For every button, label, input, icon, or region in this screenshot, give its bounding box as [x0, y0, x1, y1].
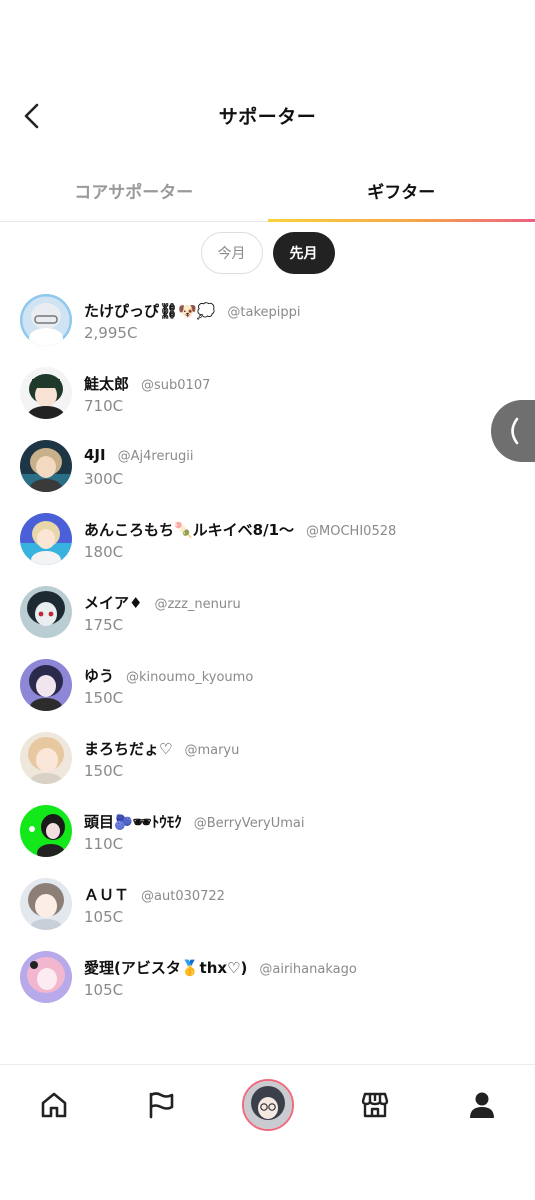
nav-event[interactable] [107, 1065, 214, 1144]
nav-home[interactable] [0, 1065, 107, 1144]
supporter-row[interactable]: あんころもち🍡ルキイベ8/1〜 @MOCHI0528 180C [0, 511, 535, 584]
supporter-list: たけぴっぴ⛓🐶💭 @takepippi 2,995C 鮭太郎 @sub0107 … [0, 292, 535, 1022]
avatar[interactable] [20, 805, 72, 857]
supporter-row[interactable]: ＡＵＴ @aut030722 105C [0, 876, 535, 949]
home-icon [41, 1092, 66, 1117]
supporter-handle: @Aj4rerugii [117, 449, 194, 464]
chevron-left-icon [511, 417, 519, 445]
supporter-handle: @aut030722 [141, 889, 225, 904]
avatar[interactable] [20, 440, 72, 492]
tab-core-supporter[interactable]: コアサポーター [0, 160, 268, 221]
avatar[interactable] [20, 294, 72, 346]
supporter-handle: @MOCHI0528 [306, 524, 397, 539]
supporter-coins: 105C [84, 981, 124, 999]
supporter-row[interactable]: まろちだょ♡ @maryu 150C [0, 730, 535, 803]
supporter-coins: 300C [84, 470, 124, 488]
supporter-tabs: コアサポーター ギフター [0, 160, 535, 222]
nav-profile-avatar[interactable] [214, 1065, 321, 1144]
supporter-row[interactable]: 4JI @Aj4rerugii 300C [0, 438, 535, 511]
avatar[interactable] [20, 951, 72, 1003]
avatar[interactable] [20, 586, 72, 638]
nav-mypage[interactable] [428, 1065, 535, 1144]
supporter-name: たけぴっぴ⛓🐶💭 [84, 302, 216, 320]
store-icon [361, 1092, 388, 1117]
supporter-row[interactable]: 鮭太郎 @sub0107 710C [0, 365, 535, 438]
supporter-coins: 150C [84, 762, 124, 780]
supporter-row[interactable]: メイア♦ @zzz_nenuru 175C [0, 584, 535, 657]
supporter-coins: 180C [84, 543, 124, 561]
supporter-name: メイア♦ [84, 594, 143, 612]
supporter-name: あんころもち🍡ルキイベ8/1〜 [84, 521, 295, 539]
supporter-handle: @kinoumo_kyoumo [126, 670, 254, 685]
supporter-coins: 710C [84, 397, 124, 415]
supporter-handle: @zzz_nenuru [154, 597, 241, 612]
supporter-name: ＡＵＴ [84, 886, 130, 904]
supporter-handle: @BerryVeryUmai [193, 816, 305, 831]
supporter-name: 鮭太郎 [84, 375, 130, 393]
supporter-row[interactable]: ゆう @kinoumo_kyoumo 150C [0, 657, 535, 730]
avatar[interactable] [20, 659, 72, 711]
period-filter: 今月 先月 [0, 232, 535, 274]
supporter-name: 愛理(アビスタ🥇thx♡) [84, 959, 248, 977]
supporter-coins: 105C [84, 908, 124, 926]
supporter-coins: 110C [84, 835, 124, 853]
person-icon [469, 1092, 494, 1118]
supporter-name: ゆう [84, 667, 115, 685]
supporter-handle: @maryu [184, 743, 240, 758]
supporter-coins: 175C [84, 616, 124, 634]
flag-icon [149, 1091, 173, 1118]
supporter-row[interactable]: 愛理(アビスタ🥇thx♡) @airihanakago 105C [0, 949, 535, 1022]
period-this-month-button[interactable]: 今月 [200, 232, 263, 274]
avatar[interactable] [20, 513, 72, 565]
period-last-month-button[interactable]: 先月 [272, 232, 335, 274]
supporter-name: 4JI [84, 446, 106, 464]
supporter-handle: @takepippi [227, 305, 301, 320]
bottom-nav [0, 1064, 535, 1144]
avatar[interactable] [20, 878, 72, 930]
tab-gifter[interactable]: ギフター [267, 160, 535, 222]
app-header: サポーター [0, 88, 535, 144]
supporter-coins: 2,995C [84, 324, 138, 342]
supporter-handle: @sub0107 [141, 378, 211, 393]
supporter-coins: 150C [84, 689, 124, 707]
supporter-row[interactable]: たけぴっぴ⛓🐶💭 @takepippi 2,995C [0, 292, 535, 365]
supporter-row[interactable]: 頭目🫐🕶ﾄｳﾓｸ @BerryVeryUmai 110C [0, 803, 535, 876]
nav-store[interactable] [321, 1065, 428, 1144]
supporter-name: まろちだょ♡ [84, 740, 173, 758]
profile-avatar [241, 1078, 294, 1131]
supporter-name: 頭目🫐🕶ﾄｳﾓｸ [84, 813, 182, 831]
page-title: サポーター [218, 106, 317, 128]
supporter-handle: @airihanakago [259, 962, 357, 977]
avatar[interactable] [20, 367, 72, 419]
avatar[interactable] [20, 732, 72, 784]
